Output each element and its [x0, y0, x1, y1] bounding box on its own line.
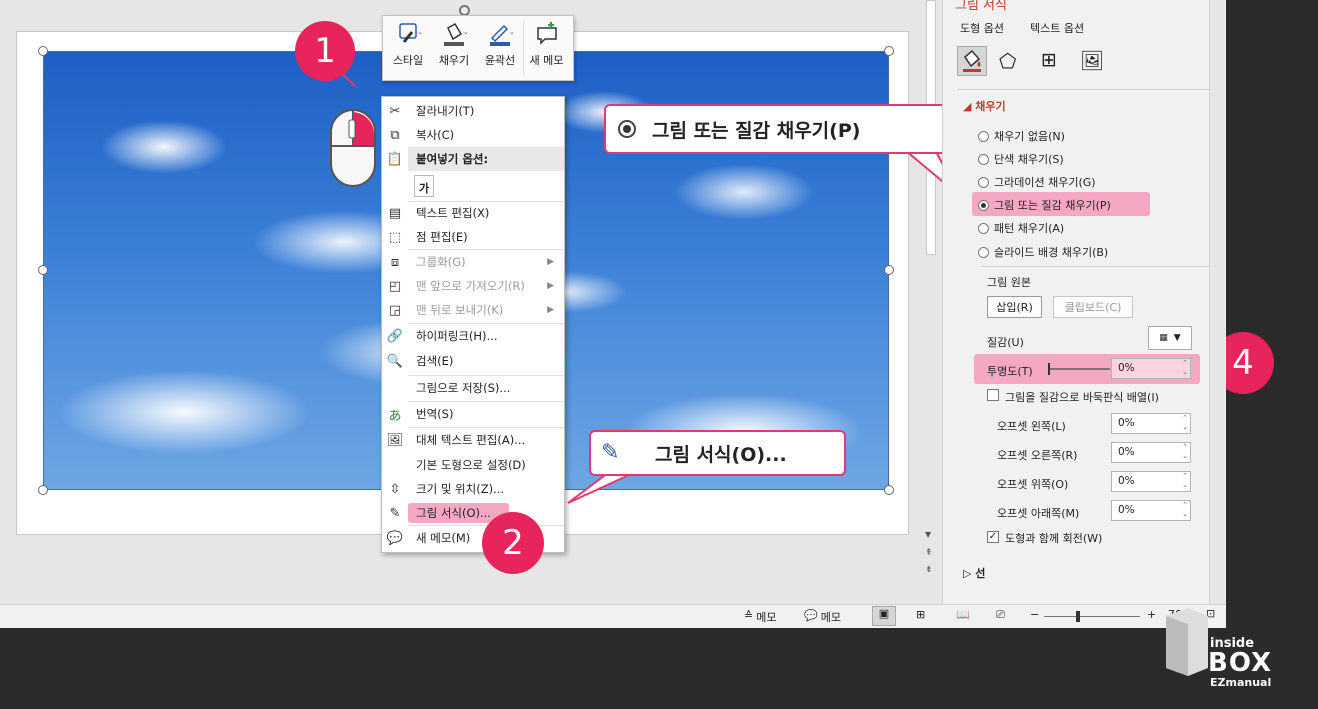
- texture-swatch-icon: ▦: [1159, 333, 1168, 343]
- spinner-icon[interactable]: ⌃ ⌄: [1182, 443, 1188, 461]
- radio-no-fill[interactable]: 채우기 없음(N): [978, 128, 1065, 144]
- picture-tab-icon[interactable]: 🖼: [1080, 49, 1104, 72]
- line-section-header[interactable]: ▷ 선: [963, 565, 985, 581]
- offset-left-input[interactable]: 0% ⌃ ⌄: [1111, 413, 1191, 434]
- format-picture-icon: ✎: [601, 440, 620, 465]
- radio-gradient-fill[interactable]: 그라데이션 채우기(G): [978, 174, 1096, 190]
- slider-thumb[interactable]: [1048, 363, 1050, 375]
- offset-top-input[interactable]: 0% ⌃ ⌄: [1111, 471, 1191, 492]
- tile-label: 그림을 질감으로 바둑판식 배열(I): [1005, 391, 1159, 404]
- fill-bucket-icon: [963, 49, 981, 72]
- picture-source-label: 그림 원본: [987, 276, 1031, 289]
- pane-title-partial: 그림 서식: [955, 0, 1007, 13]
- offset-right-input[interactable]: 0% ⌃ ⌄: [1111, 442, 1191, 463]
- notes-icon: ≙: [744, 609, 754, 622]
- insidebox-logo: inside BOX EZmanual: [1162, 606, 1302, 696]
- effects-pentagon-icon[interactable]: ⬠: [999, 49, 1016, 73]
- radio-picture-texture-fill[interactable]: 그림 또는 질감 채우기(P): [978, 197, 1111, 213]
- fill-line-tab[interactable]: [957, 46, 987, 76]
- zoom-in-button[interactable]: +: [1147, 608, 1156, 621]
- spinner-icon[interactable]: ⌃ ⌄: [1182, 359, 1188, 377]
- transparency-input[interactable]: 0% ⌃ ⌄: [1111, 358, 1191, 379]
- transparency-label: 투명도(T): [987, 365, 1033, 378]
- chevron-down-icon: ▼: [1173, 333, 1181, 343]
- transparency-slider[interactable]: [1048, 363, 1110, 375]
- fill-section-header[interactable]: ◢ 채우기: [963, 98, 1006, 114]
- radio-solid-fill[interactable]: 단색 채우기(S): [978, 151, 1064, 167]
- comments-button[interactable]: 💬 메모: [804, 609, 841, 625]
- status-bar: ≙메모 💬메모 ▣ ⊞ 📖 ⎚ − + 70% ⊡: [0, 604, 1226, 628]
- format-picture-pane: 그림 서식 도형 옵션 텍스트 옵션 ⬠ ⊞ 🖼 ◢ 채우기 채우기 없음(N)…: [942, 0, 1226, 628]
- collapse-arrow-icon: ◢: [963, 100, 976, 113]
- step-badge-1: 1: [295, 21, 355, 81]
- radio-pattern-fill[interactable]: 패턴 채우기(A): [978, 220, 1064, 236]
- callout-picture-texture-fill: 그림 또는 질감 채우기(P): [604, 104, 947, 154]
- normal-view-icon[interactable]: ▣: [872, 606, 896, 626]
- tab-text-options[interactable]: 텍스트 옵션: [1030, 20, 1084, 36]
- box-logo-icon: [1166, 608, 1208, 676]
- notes-button[interactable]: ≙ 메모: [744, 609, 776, 625]
- offset-right-label: 오프셋 오른쪽(R): [997, 449, 1078, 462]
- offset-top-label: 오프셋 위쪽(O): [997, 478, 1069, 491]
- callout-format-picture: ✎ 그림 서식(O)...: [589, 430, 846, 476]
- offset-left-label: 오프셋 왼쪽(L): [997, 420, 1066, 433]
- insert-button[interactable]: 삽입(R): [987, 296, 1042, 318]
- expand-arrow-icon: ▷: [963, 567, 976, 580]
- clipboard-button[interactable]: 클립보드(C): [1053, 296, 1133, 318]
- pane-scrollbar[interactable]: [1209, 0, 1225, 628]
- rotate-with-shape-label: 도형과 함께 회전(W): [1005, 532, 1103, 545]
- tab-shape-options[interactable]: 도형 옵션: [960, 20, 1004, 36]
- tile-checkbox[interactable]: [987, 389, 999, 401]
- zoom-slider-thumb[interactable]: [1076, 611, 1080, 622]
- reading-view-icon[interactable]: 📖: [956, 608, 970, 621]
- spinner-icon[interactable]: ⌃ ⌄: [1182, 472, 1188, 490]
- step-badge-2: 2: [482, 512, 544, 574]
- zoom-out-button[interactable]: −: [1030, 608, 1039, 621]
- spinner-icon[interactable]: ⌃ ⌄: [1182, 501, 1188, 519]
- texture-dropdown[interactable]: ▦ ▼: [1148, 326, 1192, 350]
- offset-bottom-input[interactable]: 0% ⌃ ⌄: [1111, 500, 1191, 521]
- comment-icon: 💬: [804, 609, 818, 622]
- slideshow-icon[interactable]: ⎚: [996, 608, 1005, 622]
- size-properties-icon[interactable]: ⊞: [1041, 49, 1057, 71]
- rotate-with-shape-checkbox[interactable]: ✓: [987, 531, 999, 543]
- radio-slide-background-fill[interactable]: 슬라이드 배경 채우기(B): [978, 244, 1108, 260]
- spinner-icon[interactable]: ⌃ ⌄: [1182, 414, 1188, 432]
- texture-label: 질감(U): [987, 336, 1024, 349]
- radio-selected-icon: [618, 120, 636, 138]
- offset-bottom-label: 오프셋 아래쪽(M): [997, 507, 1080, 520]
- zoom-slider[interactable]: [1044, 611, 1140, 622]
- slide-sorter-icon[interactable]: ⊞: [916, 608, 925, 621]
